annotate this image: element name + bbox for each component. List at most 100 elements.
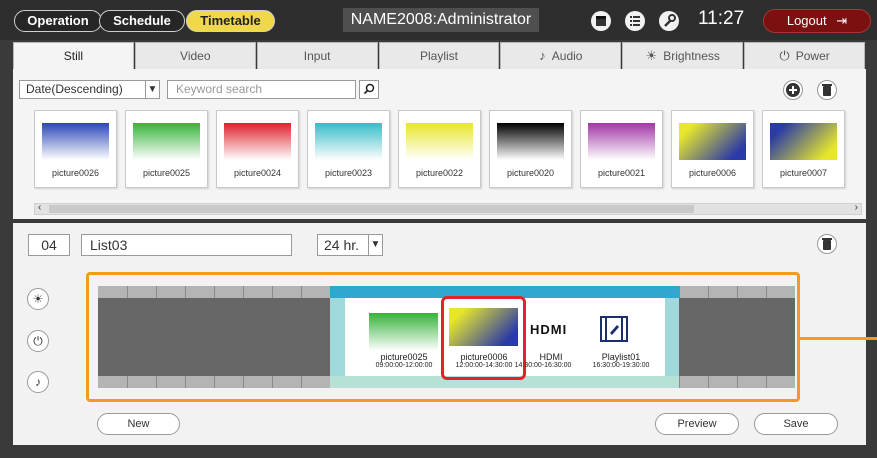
- thumbnail-caption: picture0021: [597, 168, 646, 178]
- item-name: picture0025: [380, 352, 428, 362]
- thumbnail-card[interactable]: picture0007: [762, 110, 845, 188]
- timeline-tick: [766, 376, 767, 388]
- tab-audio[interactable]: ♪ Audio: [500, 42, 622, 69]
- clock: 11:27: [698, 8, 745, 29]
- timeline-tick: [272, 286, 273, 298]
- thumbnail-image: [497, 123, 564, 160]
- timeline-tick: [737, 286, 738, 298]
- sort-value: Date(Descending): [26, 82, 123, 96]
- logout-icon: ⇥: [836, 13, 848, 28]
- thumbnail-caption: picture0026: [51, 168, 100, 178]
- timetable-button[interactable]: Timetable: [186, 10, 275, 32]
- thumbnail-caption: picture0020: [506, 168, 555, 178]
- chevron-right-icon[interactable]: ›: [855, 202, 858, 213]
- item-name: Playlist01: [601, 352, 641, 362]
- timeline-tick: [679, 376, 680, 388]
- power-icon: ⏻: [779, 48, 790, 63]
- tab-video[interactable]: Video: [134, 42, 256, 69]
- chevron-down-icon: ▼: [145, 81, 159, 98]
- tab-power[interactable]: ⏻ Power: [744, 42, 866, 69]
- tab-label: Playlist: [420, 49, 459, 63]
- tab-input[interactable]: Input: [256, 42, 378, 69]
- item-time: 14:30:00-16:30:00: [514, 362, 572, 369]
- timeline-tick: [301, 376, 302, 388]
- horizontal-scrollbar[interactable]: ‹ ›: [34, 202, 862, 215]
- media-tabs: Still Video Input Playlist ♪ Audio ☀ Brigh…: [13, 42, 866, 69]
- thumbnail-card[interactable]: picture0023: [307, 110, 390, 188]
- preview-button[interactable]: Preview: [655, 413, 739, 435]
- scrollbar-thumb[interactable]: [49, 205, 694, 213]
- timeline-tick: [214, 376, 215, 388]
- timeline-tick: [272, 376, 273, 388]
- thumbnail-card[interactable]: picture0024: [216, 110, 299, 188]
- music-note-icon[interactable]: ♪: [27, 371, 49, 393]
- list-name-field[interactable]: List03: [81, 234, 292, 256]
- thumbnail-caption: picture0007: [779, 168, 828, 178]
- timeline-tick: [185, 286, 186, 298]
- operation-button[interactable]: Operation: [14, 10, 102, 32]
- wrench-icon[interactable]: [659, 11, 679, 31]
- app-window: Operation Schedule Timetable NAME2008:Ad…: [0, 0, 877, 458]
- timeline-tick: [127, 376, 128, 388]
- hour-mode-value: 24 hr.: [324, 237, 360, 253]
- calendar-icon[interactable]: [591, 11, 611, 31]
- new-button[interactable]: New: [97, 413, 180, 435]
- search-input[interactable]: Keyword search: [167, 80, 356, 99]
- add-icon[interactable]: [783, 80, 803, 100]
- thumbnail-card[interactable]: picture0026: [34, 110, 117, 188]
- tab-label: Audio: [551, 49, 583, 63]
- thumbnail-strip: picture0026 picture0025 picture0024 picture…: [34, 110, 864, 190]
- trash-icon[interactable]: [817, 234, 837, 254]
- thumbnail-card[interactable]: picture0022: [398, 110, 481, 188]
- sort-select[interactable]: Date(Descending) ▼: [19, 80, 160, 99]
- timeline-tick: [156, 376, 157, 388]
- power-icon[interactable]: ⏻: [27, 330, 49, 352]
- thumbnail-image: [588, 123, 655, 160]
- hdmi-icon[interactable]: HDMI: [528, 322, 576, 337]
- tab-playlist[interactable]: Playlist: [378, 42, 500, 69]
- tab-label: Video: [180, 49, 211, 63]
- svg-text:HDMI: HDMI: [530, 322, 567, 336]
- sun-icon: ☀: [645, 48, 658, 63]
- thumbnail-card[interactable]: picture0006: [671, 110, 754, 188]
- timeline-tick: [301, 286, 302, 298]
- timeline-tick: [708, 376, 709, 388]
- thumbnail-image: [679, 123, 746, 160]
- save-button[interactable]: Save: [754, 413, 838, 435]
- timeline-tick: [214, 286, 215, 298]
- timeline-tick: [679, 286, 680, 298]
- timeline-tick: [127, 286, 128, 298]
- timeline-tick: [185, 376, 186, 388]
- page-title: NAME2008:Administrator: [343, 8, 539, 32]
- item-time: 09:00:00-12:00:00: [375, 362, 433, 369]
- thumbnail-image: [315, 123, 382, 160]
- music-note-icon: ♪: [539, 48, 546, 63]
- tab-label: Brightness: [663, 49, 720, 63]
- thumbnail-image: [770, 123, 837, 160]
- schedule-button[interactable]: Schedule: [99, 10, 185, 32]
- timeline-tick: [737, 376, 738, 388]
- logout-button[interactable]: Logout ⇥: [763, 9, 871, 33]
- list-icon[interactable]: [625, 11, 645, 31]
- thumbnail-caption: picture0023: [324, 168, 373, 178]
- playlist-icon[interactable]: [599, 315, 629, 343]
- item-thumbnail[interactable]: [369, 313, 438, 351]
- thumbnail-caption: picture0022: [415, 168, 464, 178]
- schedule-number-field[interactable]: 04: [28, 234, 70, 256]
- tab-still[interactable]: Still: [13, 42, 134, 69]
- timeline-tick: [243, 286, 244, 298]
- thumbnail-caption: picture0025: [142, 168, 191, 178]
- sun-icon[interactable]: ☀: [27, 288, 49, 310]
- tab-brightness[interactable]: ☀ Brightness: [622, 42, 744, 69]
- timeline-connector: [800, 337, 877, 340]
- logout-label: Logout: [786, 13, 827, 28]
- thumbnail-image: [133, 123, 200, 160]
- chevron-left-icon[interactable]: ‹: [38, 202, 41, 213]
- thumbnail-card[interactable]: picture0020: [489, 110, 572, 188]
- hour-mode-select[interactable]: 24 hr. ▼: [317, 234, 383, 256]
- thumbnail-image: [224, 123, 291, 160]
- trash-icon[interactable]: [817, 80, 837, 100]
- thumbnail-card[interactable]: picture0021: [580, 110, 663, 188]
- thumbnail-card[interactable]: picture0025: [125, 110, 208, 188]
- search-icon[interactable]: [359, 80, 379, 99]
